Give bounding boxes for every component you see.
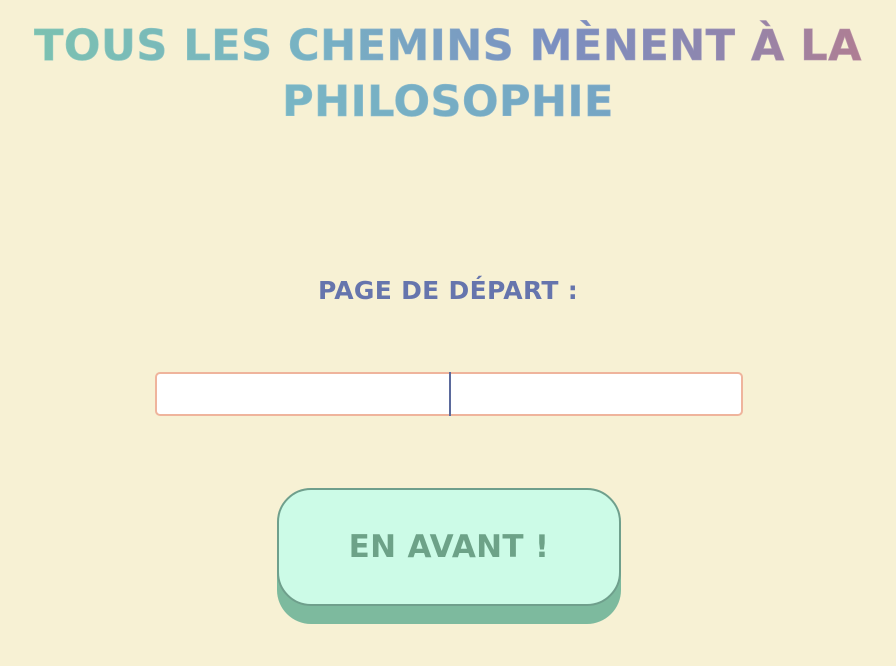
text-cursor	[449, 372, 451, 416]
page-title: TOUS LES CHEMINS MÈNENT À LA PHILOSOPHIE	[0, 18, 896, 130]
go-forward-button[interactable]: EN AVANT !	[277, 488, 621, 606]
go-forward-button-label: EN AVANT !	[348, 529, 550, 565]
page-title-line-1: TOUS LES CHEMINS MÈNENT À LA	[0, 18, 896, 74]
start-page-input-wrapper	[155, 372, 743, 416]
page-title-line-2: PHILOSOPHIE	[273, 74, 623, 130]
start-page-label: PAGE DE DÉPART :	[317, 276, 579, 305]
